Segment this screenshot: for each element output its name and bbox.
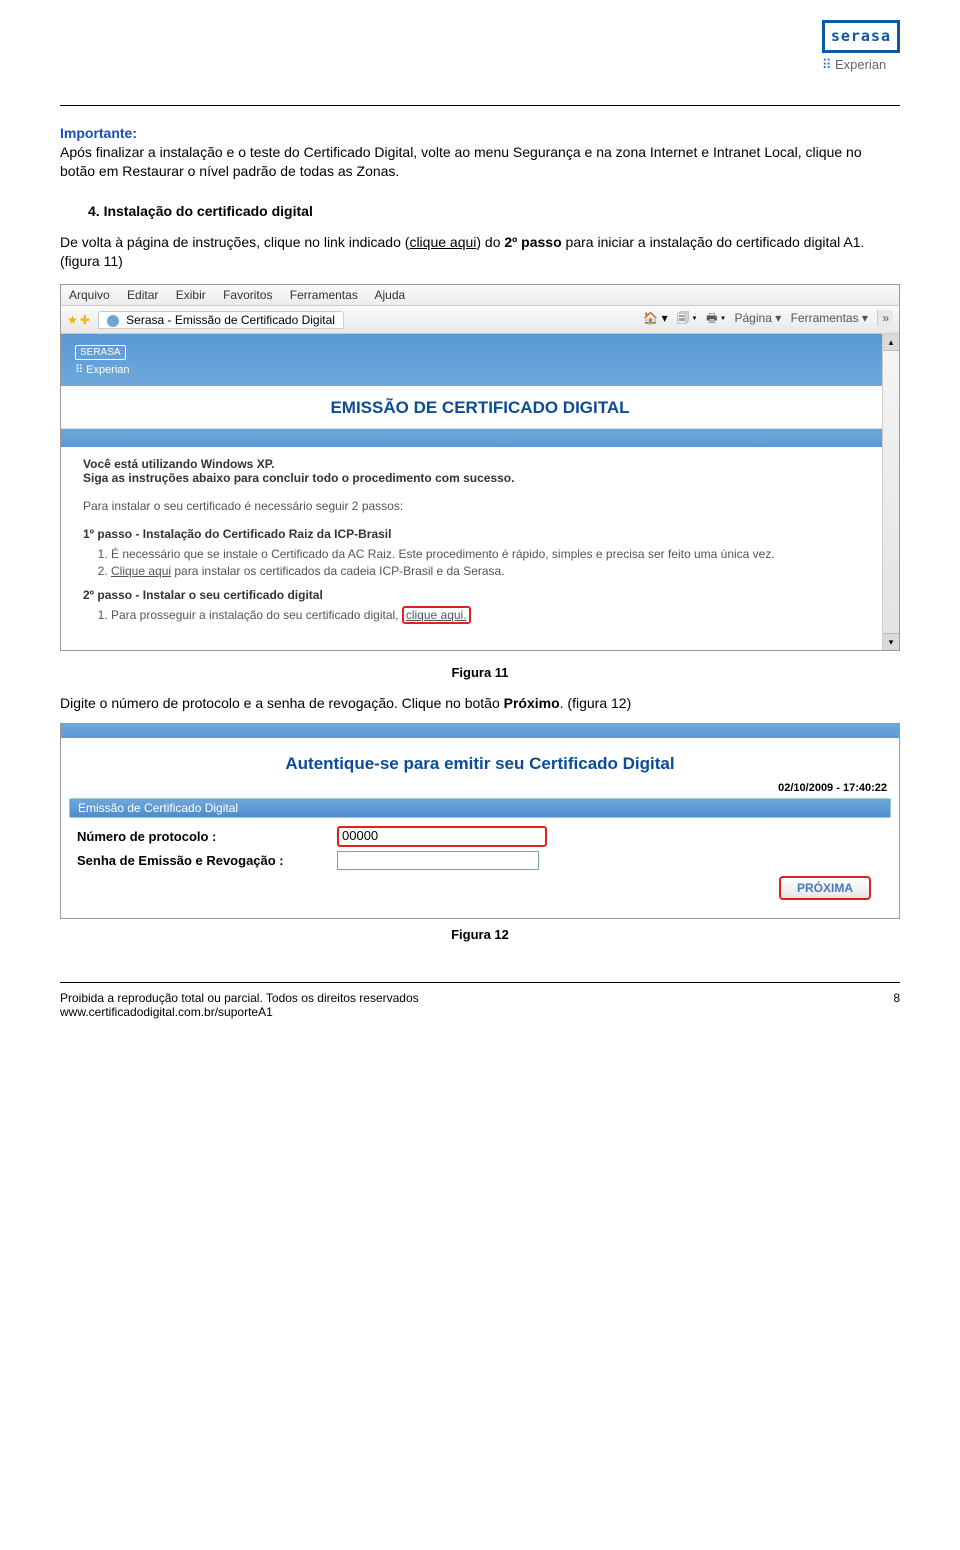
ie-tab-bar: ★ ✚ Serasa - Emissão de Certificado Digi…: [61, 306, 899, 334]
important-text: Após finalizar a instalação e o teste do…: [60, 144, 862, 179]
fig12-section-header: Emissão de Certificado Digital: [69, 798, 891, 818]
logo-subtext: Experian: [835, 57, 886, 72]
footer-url: www.certificadodigital.com.br/suporteA1: [60, 1005, 419, 1019]
figure-12-caption: Figura 12: [60, 927, 900, 942]
favicon-icon: [107, 315, 119, 327]
between-paragraph: Digite o número de protocolo e a senha d…: [60, 694, 900, 713]
brand-logo: serasa ⠿ Experian: [822, 20, 900, 73]
scroll-up-icon[interactable]: ▴: [883, 334, 899, 351]
footer-rule: [60, 982, 900, 983]
toolbar-overflow-icon[interactable]: »: [877, 310, 893, 326]
step2-item-1: Para prosseguir a instalação do seu cert…: [111, 608, 861, 622]
inner-logo-sub: ⠿ Experian: [75, 363, 885, 376]
step1-item-2: Clique aqui para instalar os certificado…: [111, 564, 861, 578]
figure-11-caption: Figura 11: [60, 665, 900, 680]
divider-band: [61, 429, 899, 447]
add-favorite-icon[interactable]: ✚: [80, 313, 90, 327]
scroll-down-icon[interactable]: ▾: [883, 633, 899, 650]
figure-11-screenshot: Arquivo Editar Exibir Favoritos Ferramen…: [60, 284, 900, 651]
step2-clique-aqui-link[interactable]: clique aqui.: [402, 606, 471, 624]
intro-text: Para instalar o seu certificado é necess…: [83, 499, 861, 513]
page-header-band: SERASA ⠿ Experian: [61, 334, 899, 386]
fig12-top-band: [61, 724, 899, 738]
proxima-button[interactable]: PRÓXIMA: [779, 876, 871, 900]
section-4-paragraph: De volta à página de instruções, clique …: [60, 233, 900, 271]
ie-command-bar: 🏠 ▾ 🗐 ▾ 🖶 ▾ Página ▾ Ferramentas ▾ »: [637, 309, 893, 330]
menu-editar[interactable]: Editar: [127, 288, 158, 302]
page-footer: Proibida a reprodução total ou parcial. …: [60, 991, 900, 1019]
menu-exibir[interactable]: Exibir: [176, 288, 206, 302]
page-number: 8: [893, 991, 900, 1019]
step1-clique-aqui-link[interactable]: Clique aqui: [111, 564, 171, 578]
page-title: EMISSÃO DE CERTIFICADO DIGITAL: [61, 386, 899, 429]
step1-title: 1º passo - Instalação do Certificado Rai…: [83, 527, 861, 541]
header-rule: [60, 105, 900, 106]
protocolo-input[interactable]: 00000: [337, 826, 547, 847]
clique-aqui-link[interactable]: clique aqui: [409, 234, 476, 250]
ie-menu-bar: Arquivo Editar Exibir Favoritos Ferramen…: [61, 285, 899, 306]
fig12-title: Autentique-se para emitir seu Certificad…: [63, 746, 897, 782]
tools-menu[interactable]: Ferramentas ▾: [791, 311, 868, 325]
favorites-star-icon[interactable]: ★: [67, 313, 78, 327]
menu-ferramentas[interactable]: Ferramentas: [290, 288, 358, 302]
fig12-timestamp: 02/10/2009 - 17:40:22: [63, 782, 897, 794]
page-menu[interactable]: Página ▾: [735, 311, 782, 325]
home-icon[interactable]: 🏠: [643, 311, 658, 325]
important-title: Importante:: [60, 124, 900, 143]
print-icon[interactable]: 🖶: [706, 311, 717, 325]
browser-tab[interactable]: Serasa - Emissão de Certificado Digital: [98, 311, 344, 329]
senha-input[interactable]: [337, 851, 539, 870]
step1-item-1: É necessário que se instale o Certificad…: [111, 547, 861, 561]
menu-favoritos[interactable]: Favoritos: [223, 288, 272, 302]
vertical-scrollbar[interactable]: ▴ ▾: [882, 334, 899, 650]
footer-copyright: Proibida a reprodução total ou parcial. …: [60, 991, 419, 1005]
inner-logo: SERASA: [75, 345, 126, 360]
section-4-heading: 4. Instalação do certificado digital: [88, 203, 900, 219]
feed-icon[interactable]: 🗐: [677, 311, 689, 325]
senha-label: Senha de Emissão e Revogação :: [77, 853, 337, 868]
important-block: Importante: Após finalizar a instalação …: [60, 124, 900, 181]
menu-ajuda[interactable]: Ajuda: [375, 288, 406, 302]
figure-12-screenshot: Autentique-se para emitir seu Certificad…: [60, 723, 900, 919]
os-line-2: Siga as instruções abaixo para concluir …: [83, 471, 861, 485]
protocolo-label: Número de protocolo :: [77, 829, 337, 844]
logo-text: serasa: [831, 27, 891, 45]
os-line-1: Você está utilizando Windows XP.: [83, 457, 861, 471]
logo-dots-icon: ⠿: [822, 57, 832, 72]
instructions-body: Você está utilizando Windows XP. Siga as…: [61, 447, 883, 650]
step2-title: 2º passo - Instalar o seu certificado di…: [83, 588, 861, 602]
menu-arquivo[interactable]: Arquivo: [69, 288, 110, 302]
